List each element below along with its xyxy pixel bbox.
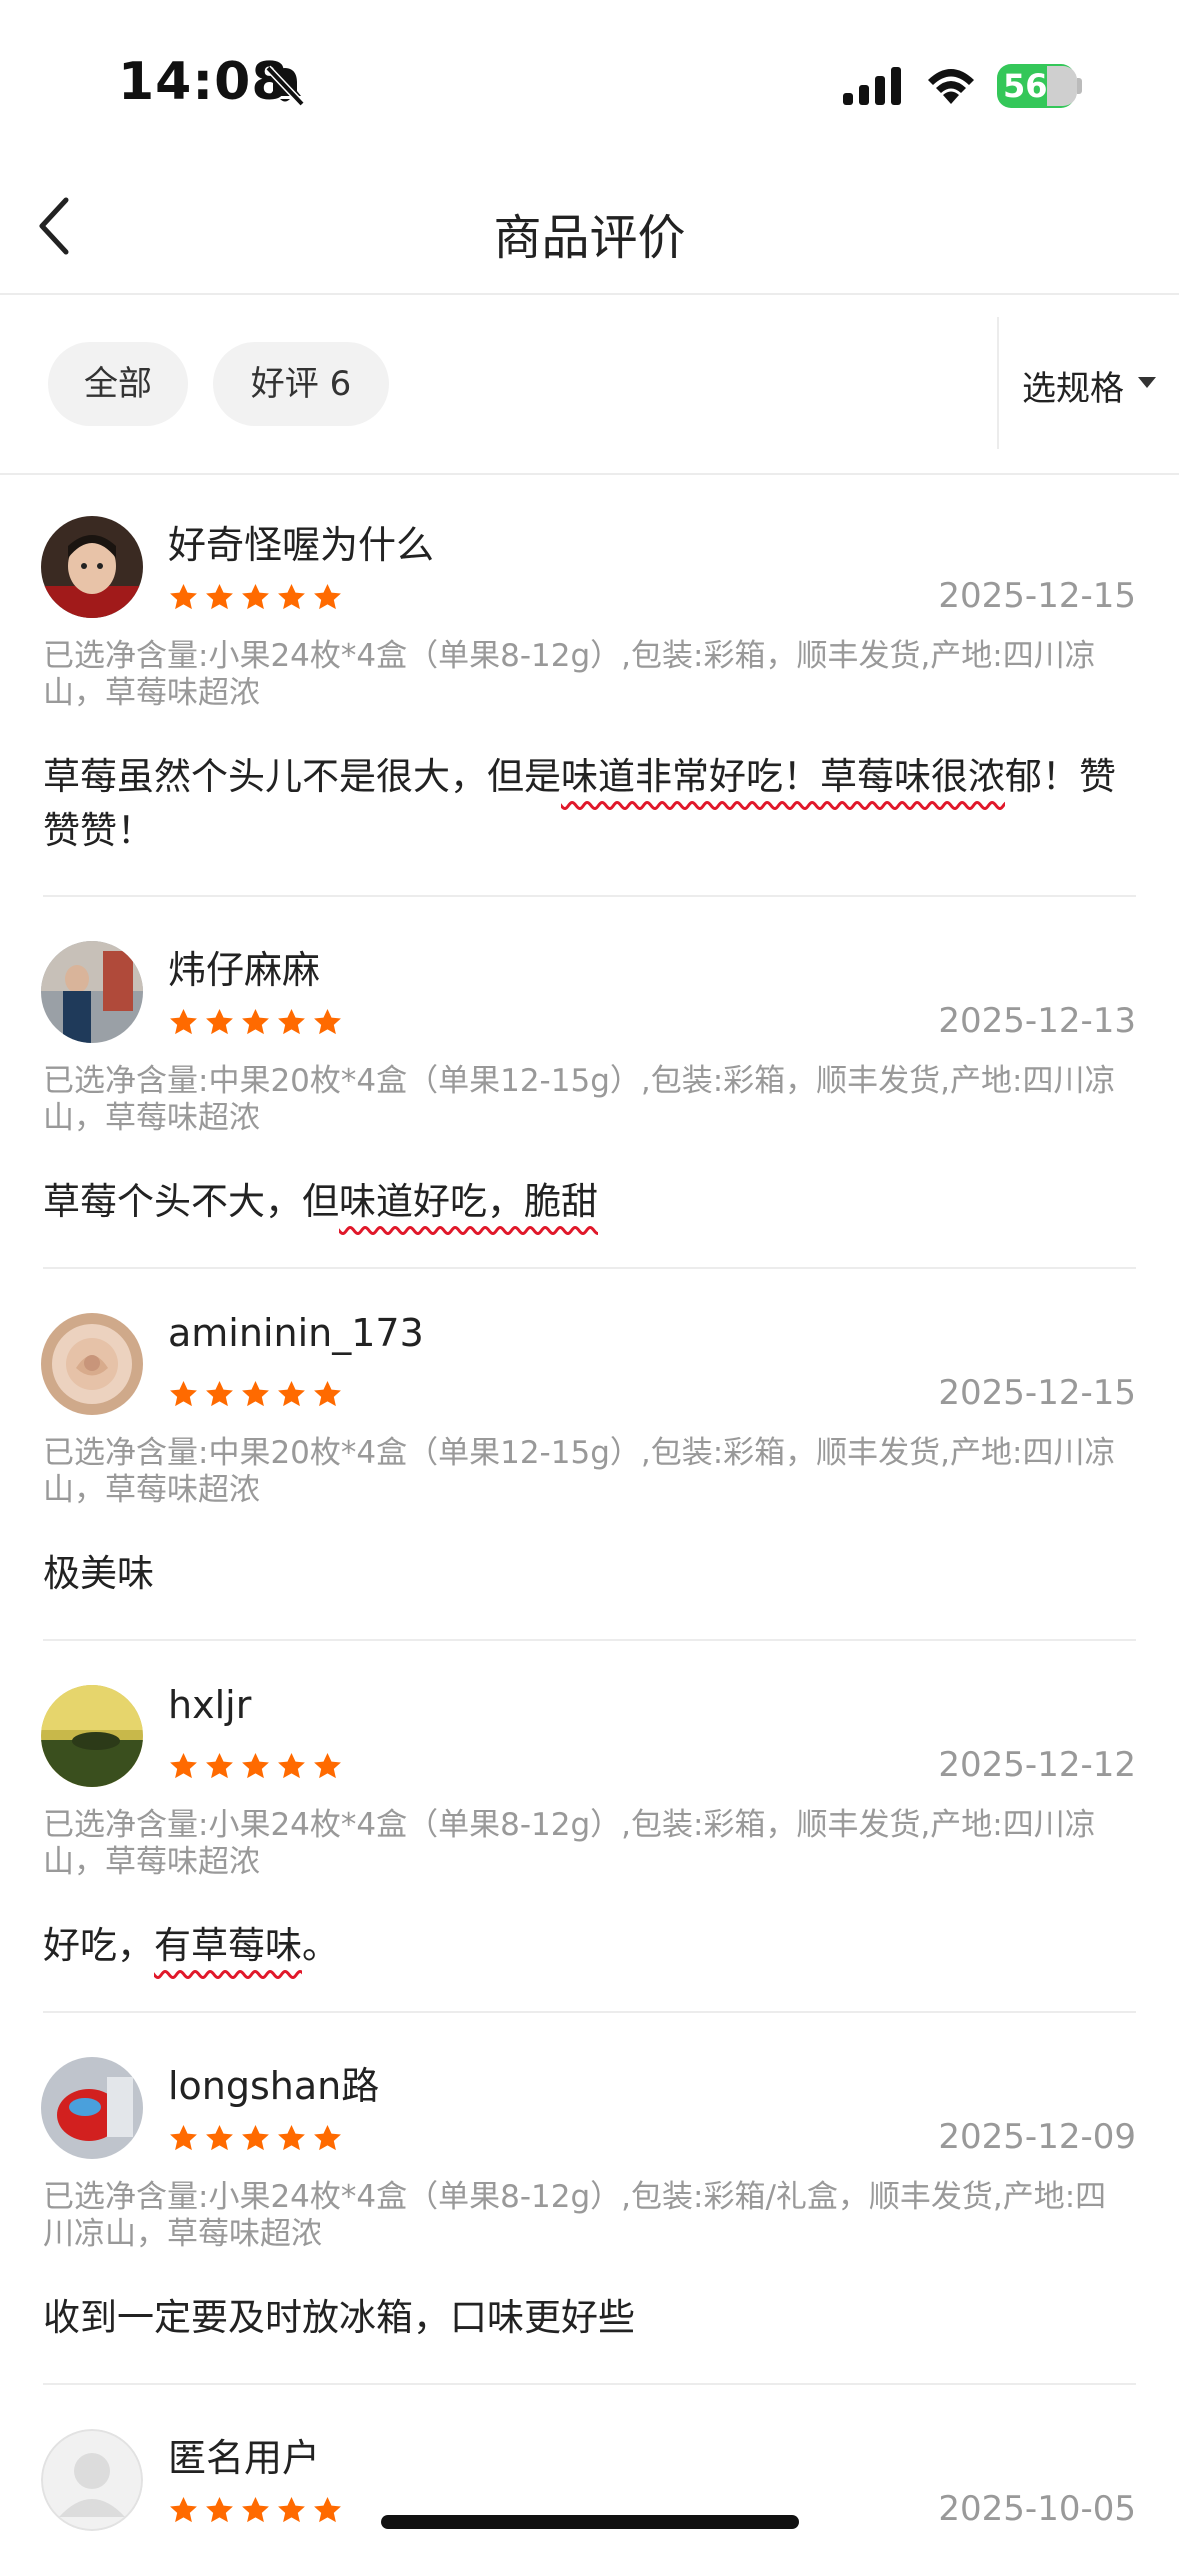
avatar[interactable] (41, 941, 143, 1043)
star-icon (206, 1752, 233, 1779)
star-icon (278, 583, 305, 610)
review-text: 草莓虽然个头儿不是很大，但是味道非常好吃！草莓味很浓郁！赞赞赞！ (43, 755, 1116, 852)
review-text: 极美味 (43, 1552, 154, 1595)
star-icon (170, 2124, 197, 2151)
star-icon (170, 2496, 197, 2523)
review-date: 2025-12-15 (938, 576, 1136, 616)
cellular-signal-icon (843, 67, 901, 105)
review-date: 2025-12-15 (938, 1373, 1136, 1413)
star-icon (170, 1380, 197, 1407)
star-icon (242, 1752, 269, 1779)
review-date: 2025-12-09 (938, 2117, 1136, 2157)
review-spec: 已选净含量:小果24枚*4盒（单果8-12g）,包装:彩箱/礼盒，顺丰发货,产地… (43, 2179, 1107, 2252)
star-icon (278, 1008, 305, 1035)
star-icon (314, 1752, 341, 1779)
review-spec: 已选净含量:小果24枚*4盒（单果8-12g）,包装:彩箱，顺丰发货,产地:四川… (43, 638, 1096, 711)
star-icon (314, 2124, 341, 2151)
review-spec: 已选净含量:中果20枚*4盒（单果12-15g）,包装:彩箱，顺丰发货,产地:四… (43, 1435, 1116, 1508)
star-icon (242, 583, 269, 610)
review-date: 2025-12-12 (938, 1745, 1136, 1785)
battery-level: 56 (1003, 67, 1048, 105)
divider (43, 1639, 1136, 1641)
star-rating (168, 1007, 343, 1043)
wifi-icon (928, 69, 974, 104)
review-text: 好吃，有草莓味。 (43, 1924, 339, 1967)
star-icon (206, 1380, 233, 1407)
avatar[interactable] (41, 1313, 143, 1415)
avatar[interactable] (41, 516, 143, 618)
star-rating (168, 2123, 343, 2159)
page-title: 商品评价 (493, 210, 686, 266)
filter-bar: 全部 好评 6 选规格 (0, 295, 1179, 475)
avatar[interactable] (41, 2429, 143, 2531)
avatar[interactable] (41, 1685, 143, 1787)
divider (997, 317, 999, 449)
review-username: hxljr (168, 1683, 252, 1727)
filter-chip-all[interactable]: 全部 (48, 342, 188, 426)
star-rating (168, 582, 343, 618)
star-icon (206, 2496, 233, 2523)
star-rating (168, 1379, 343, 1415)
spec-select-button[interactable]: 选规格 (1022, 361, 1124, 410)
star-icon (170, 1008, 197, 1035)
star-icon (314, 1008, 341, 1035)
star-rating (168, 2495, 343, 2531)
nav-bar: 商品评价 (0, 150, 1179, 295)
review-date: 2025-12-13 (938, 1001, 1136, 1041)
star-icon (278, 2496, 305, 2523)
star-icon (206, 1008, 233, 1035)
review-username: 好奇怪喔为什么 (168, 523, 435, 567)
star-icon (278, 1380, 305, 1407)
star-icon (278, 1752, 305, 1779)
review-date: 2025-10-05 (938, 2489, 1136, 2529)
star-icon (242, 1380, 269, 1407)
star-icon (206, 583, 233, 610)
review-text: 草莓个头不大，但味道好吃，脆甜 (43, 1180, 598, 1223)
avatar[interactable] (41, 2057, 143, 2159)
status-bar: 14:08 56 (0, 0, 1179, 150)
filter-chip-good[interactable]: 好评 6 (213, 342, 389, 426)
star-icon (170, 583, 197, 610)
star-rating (168, 1751, 343, 1787)
divider (43, 2011, 1136, 2013)
divider (43, 895, 1136, 897)
star-icon (206, 2124, 233, 2151)
star-icon (314, 583, 341, 610)
home-indicator (381, 2515, 799, 2529)
star-icon (170, 1752, 197, 1779)
star-icon (242, 2124, 269, 2151)
star-icon (314, 1380, 341, 1407)
review-username: 匿名用户 (168, 2436, 321, 2480)
star-icon (314, 2496, 341, 2523)
star-icon (278, 2124, 305, 2151)
bell-slash-icon (265, 65, 305, 107)
battery-charging-icon: 56 (997, 64, 1077, 108)
star-icon (242, 1008, 269, 1035)
star-icon (242, 2496, 269, 2523)
review-username: longshan路 (168, 2064, 380, 2108)
divider (43, 2383, 1136, 2385)
divider (43, 1267, 1136, 1269)
review-spec: 已选净含量:中果20枚*4盒（单果12-15g）,包装:彩箱，顺丰发货,产地:四… (43, 1063, 1116, 1136)
review-spec: 已选净含量:小果24枚*4盒（单果8-12g）,包装:彩箱，顺丰发货,产地:四川… (43, 1807, 1096, 1880)
caret-down-icon[interactable] (1138, 377, 1156, 388)
review-text: 收到一定要及时放冰箱，口味更好些 (43, 2296, 635, 2339)
review-username: amininin_173 (168, 1311, 424, 1355)
review-username: 炜仔麻麻 (168, 948, 321, 992)
